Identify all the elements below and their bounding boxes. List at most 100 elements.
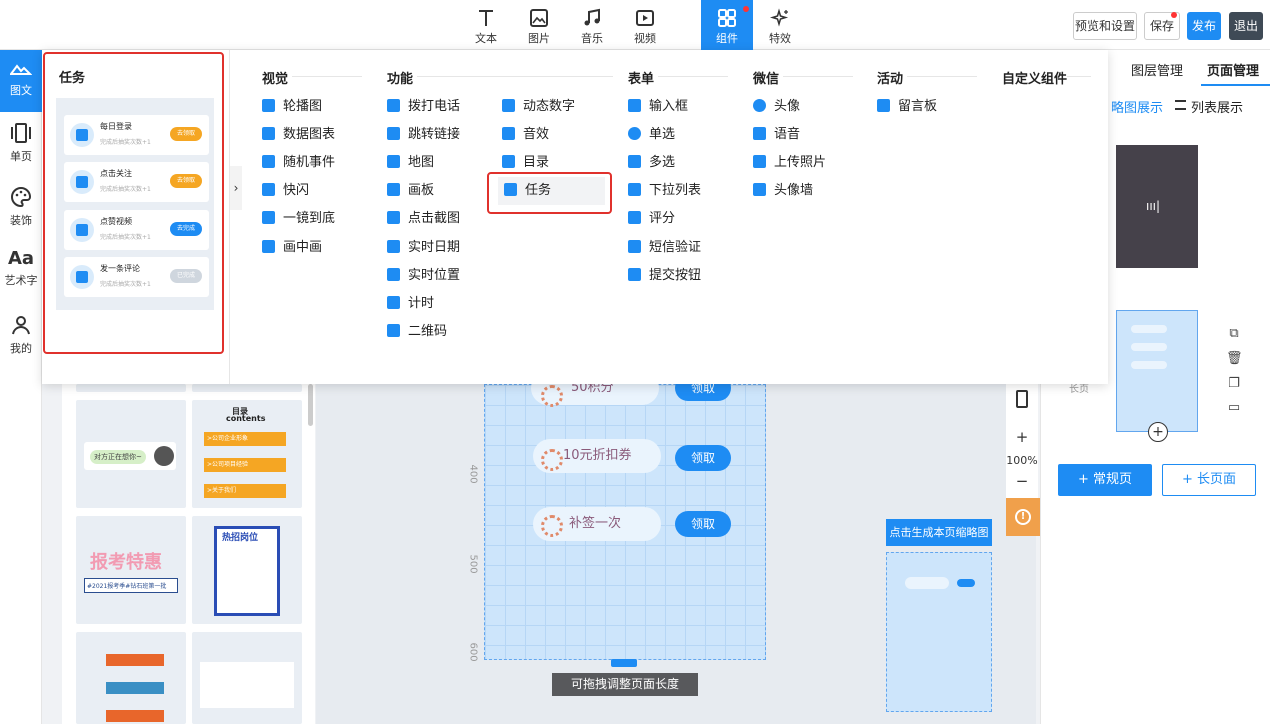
menu-item-one-shot[interactable]: 一镜到底 [262, 208, 335, 230]
menu-item-carousel[interactable]: 轮播图 [262, 96, 322, 118]
preview-settings-button[interactable]: 预览和设置 [1073, 12, 1137, 40]
music-tool[interactable]: 音乐 [566, 0, 618, 50]
page-thumbnail-1[interactable]: ııı| [1116, 145, 1198, 268]
template-card-chat[interactable]: 对方正在想你~ [76, 400, 186, 508]
chart-icon [262, 127, 275, 140]
zoom-out-button[interactable]: − [1006, 472, 1038, 490]
publish-button[interactable]: 发布 [1187, 12, 1221, 40]
menu-item-checkbox[interactable]: 多选 [628, 152, 675, 174]
video-tool[interactable]: 视频 [619, 0, 671, 50]
nav-single-page[interactable]: 单页 [0, 114, 42, 176]
exit-button[interactable]: 退出 [1229, 12, 1263, 40]
effects-tool[interactable]: 特效 [754, 0, 806, 50]
notification-dot [743, 6, 749, 12]
menu-item-submit[interactable]: 提交按钮 [628, 265, 701, 287]
menu-item-upload-photo[interactable]: 上传照片 [753, 152, 826, 174]
component-tool[interactable]: 组件 [701, 0, 753, 50]
claim-button[interactable]: 领取 [675, 445, 731, 471]
copy-icon[interactable]: ⧉ [1226, 326, 1242, 342]
panel-divider [229, 50, 230, 384]
pencil-icon [628, 99, 641, 112]
menu-item-screenshot[interactable]: 点击截图 [387, 208, 460, 230]
add-normal-page-button[interactable]: + 常规页 [1058, 464, 1152, 496]
menu-item-toc[interactable]: 目录 [502, 152, 549, 174]
menu-item-call[interactable]: 拨打电话 [387, 96, 460, 118]
menu-item-link[interactable]: 跳转链接 [387, 124, 460, 146]
menu-item-date[interactable]: 实时日期 [387, 237, 460, 259]
add-page-button[interactable]: + [1148, 422, 1168, 442]
claim-button[interactable]: 领取 [675, 511, 731, 537]
menu-item-guestbook[interactable]: 留言板 [877, 96, 937, 118]
template-card-exam[interactable]: 报考特惠 #2021报考季#钻石班第一批 [76, 516, 186, 624]
nav-graphics-label: 图文 [10, 84, 32, 97]
menu-item-label: 评分 [649, 211, 676, 226]
image-tool[interactable]: 图片 [513, 0, 565, 50]
view-thumbnail-toggle[interactable]: 略图展示 [1111, 97, 1163, 116]
trash-icon[interactable]: 🗑 [1226, 351, 1243, 367]
generate-thumbnail-button[interactable]: 点击生成本页缩略图 [886, 519, 992, 546]
menu-item-rating[interactable]: 评分 [628, 208, 675, 230]
nav-art-text[interactable]: Aa 艺术字 [0, 242, 42, 304]
menu-item-dropdown[interactable]: 下拉列表 [628, 180, 701, 202]
template-card-contents[interactable]: 目录 contents >公司企业形象 >公司项目经验 >关于我们 [192, 400, 302, 508]
menu-item-radio[interactable]: 单选 [628, 124, 675, 146]
panel-scrollbar[interactable] [308, 384, 313, 426]
menu-item-label: 实时位置 [408, 268, 461, 283]
menu-item-pip[interactable]: 画中画 [262, 237, 322, 259]
page-canvas[interactable]: 50积分 领取 10元折扣券 领取 补签一次 领取 [484, 371, 766, 667]
zoom-controls: + 100% − [1006, 384, 1038, 504]
reward-label: 补签一次 [569, 516, 622, 531]
template-card[interactable] [192, 632, 302, 724]
nav-decoration[interactable]: 装饰 [0, 178, 42, 240]
nav-art-text-label: 艺术字 [4, 274, 38, 287]
template-card[interactable] [76, 384, 186, 392]
nav-graphics[interactable]: 图文 [0, 50, 42, 112]
speaker-icon [502, 127, 515, 140]
video-icon [636, 10, 654, 26]
expand-arrow-icon[interactable]: › [230, 166, 242, 210]
menu-item-map[interactable]: 地图 [387, 152, 434, 174]
menu-item-chart[interactable]: 数据图表 [262, 124, 335, 146]
menu-item-label: 提交按钮 [649, 268, 702, 283]
reward-label: 10元折扣券 [563, 448, 632, 463]
nav-mine[interactable]: 我的 [0, 306, 42, 368]
menu-item-label: 计时 [408, 296, 435, 311]
menu-item-random[interactable]: 随机事件 [262, 152, 335, 174]
tab-layers[interactable]: 图层管理 [1131, 60, 1183, 79]
music-tool-label: 音乐 [581, 32, 603, 45]
text-tool[interactable]: 文本 [460, 0, 512, 50]
menu-item-voice[interactable]: 语音 [753, 124, 800, 146]
mountain-icon [10, 64, 32, 75]
image-tool-label: 图片 [528, 32, 550, 45]
duplicate-icon[interactable]: ❐ [1226, 376, 1242, 392]
menu-item-location[interactable]: 实时位置 [387, 265, 460, 287]
menu-item-drawing-board[interactable]: 画板 [387, 180, 434, 202]
tab-pages[interactable]: 页面管理 [1207, 60, 1259, 79]
menu-item-sound[interactable]: 音效 [502, 124, 549, 146]
menu-item-qrcode[interactable]: 二维码 [387, 321, 447, 343]
view-list-toggle[interactable]: 列表展示 [1191, 97, 1243, 116]
pinwheel-icon [541, 449, 563, 471]
folder-icon[interactable]: ▭ [1226, 400, 1242, 416]
map-icon [387, 155, 400, 168]
nav-single-page-label: 单页 [10, 150, 32, 163]
template-card[interactable] [76, 632, 186, 724]
zoom-in-button[interactable]: + [1006, 428, 1038, 446]
menu-item-avatar[interactable]: 头像 [753, 96, 800, 118]
menu-item-label: 下拉列表 [649, 183, 702, 198]
menu-item-sms[interactable]: 短信验证 [628, 237, 701, 259]
template-card[interactable] [192, 384, 302, 392]
resize-handle[interactable] [611, 659, 637, 667]
left-nav: 图文 单页 装饰 Aa 艺术字 我的 [0, 50, 42, 724]
menu-item-timer[interactable]: 计时 [387, 293, 434, 315]
phone-preview-icon[interactable] [1016, 390, 1028, 408]
menu-item-avatar-wall[interactable]: 头像墙 [753, 180, 813, 202]
contents-item: >公司项目经验 [204, 458, 286, 472]
template-card-jobs[interactable]: 热招岗位 [192, 516, 302, 624]
menu-item-input[interactable]: 输入框 [628, 96, 688, 118]
menu-item-flash[interactable]: 快闪 [262, 180, 309, 202]
page-thumbnail-2[interactable]: + [1116, 310, 1198, 442]
warning-button[interactable]: ! [1006, 498, 1040, 536]
add-long-page-button[interactable]: + 长页面 [1162, 464, 1256, 496]
menu-item-dynamic-number[interactable]: 动态数字 [502, 96, 575, 118]
